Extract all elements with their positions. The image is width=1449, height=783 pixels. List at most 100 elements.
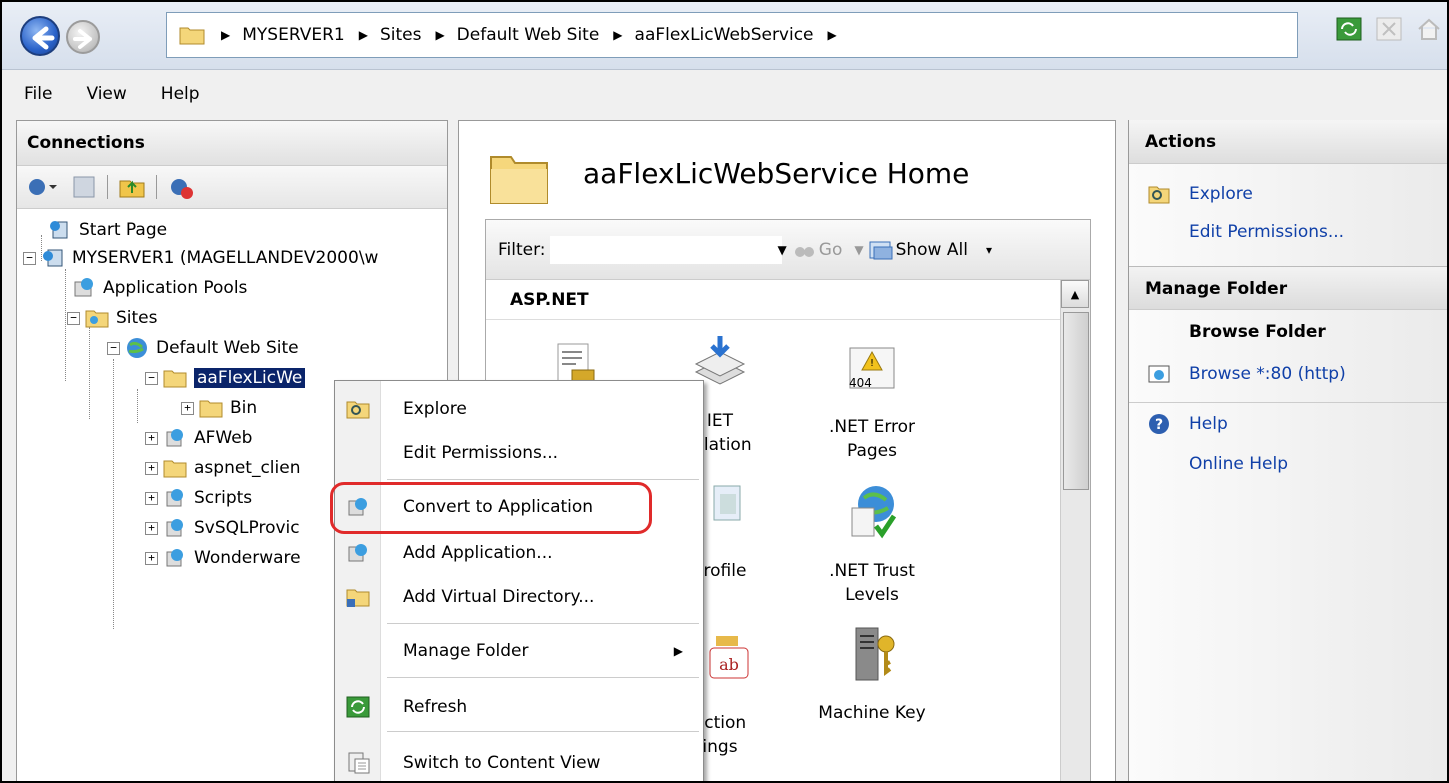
back-button[interactable] (20, 16, 60, 56)
tree-server[interactable]: − MYSERVER1 (MAGELLANDEV2000\w (23, 243, 378, 273)
menu-help[interactable]: Help (161, 84, 200, 104)
expand-icon[interactable]: + (145, 461, 158, 475)
crumb-arrow-icon: ▶ (358, 28, 368, 42)
browse-icon (1148, 365, 1170, 383)
action-browse-80[interactable]: Browse *:80 (http) (1147, 362, 1346, 386)
web-app-icon (166, 549, 183, 567)
feature-label: Machine Key (818, 703, 926, 723)
help-icon: ? (1149, 414, 1169, 434)
address-toolbar-right (1331, 12, 1447, 48)
breadcrumb-more[interactable]: ▶ (828, 28, 849, 42)
scroll-thumb[interactable] (1063, 312, 1089, 490)
filter-bar: Filter: ▼ Go ▼ Show All ▾ (486, 220, 1090, 280)
show-all-button[interactable]: Show All (896, 240, 968, 260)
context-menu: Explore Edit Permissions... Convert to A… (334, 380, 704, 781)
back-arrow-icon (32, 26, 55, 50)
connect-icon[interactable] (25, 173, 61, 201)
refresh-button[interactable] (1331, 12, 1367, 46)
collapse-icon[interactable]: − (107, 341, 120, 355)
menu-item-add-virtual-directory[interactable]: Add Virtual Directory... (335, 577, 703, 617)
action-online-help[interactable]: Online Help (1189, 454, 1288, 474)
content-view-icon (348, 752, 370, 774)
breadcrumb-server[interactable]: ▶ MYSERVER1 (221, 25, 345, 45)
vertical-scrollbar[interactable]: ▲ (1060, 280, 1090, 781)
folder-large-icon (490, 156, 548, 204)
tree-wonderware[interactable]: + Wonderware (145, 543, 301, 573)
expand-icon[interactable]: + (145, 431, 158, 445)
tree-default-site[interactable]: − Default Web Site (107, 333, 299, 363)
browse-folder-heading: Browse Folder (1189, 322, 1326, 342)
tree-app-pools[interactable]: Application Pools (71, 273, 247, 303)
tree-scripts[interactable]: + Scripts (145, 483, 252, 513)
address-bar[interactable]: ▶ MYSERVER1 ▶ Sites ▶ Default Web Site ▶ aaF… (166, 12, 1298, 58)
menu-file[interactable]: File (24, 84, 52, 104)
app-pools-icon (74, 278, 93, 297)
tree-afweb[interactable]: + AFWeb (145, 423, 252, 453)
stop-icon (1376, 17, 1402, 41)
menu-view[interactable]: View (86, 84, 126, 104)
menu-item-edit-permissions[interactable]: Edit Permissions... (335, 433, 703, 473)
up-folder-icon[interactable] (118, 173, 146, 201)
scroll-up-button[interactable]: ▲ (1061, 280, 1089, 308)
collapse-icon[interactable]: − (67, 311, 80, 325)
collapse-icon[interactable]: − (23, 251, 36, 265)
group-header-aspnet: ASP.NET (486, 280, 1060, 320)
feature-net-error-pages[interactable]: ! .NET Error Pages (802, 338, 942, 463)
toolbar-divider (156, 175, 157, 199)
breadcrumb-default-site[interactable]: ▶ Default Web Site (435, 25, 599, 45)
iis-manager-window: ▶ MYSERVER1 ▶ Sites ▶ Default Web Site ▶ aaF… (0, 0, 1449, 783)
disconnect-icon[interactable] (167, 173, 195, 201)
home-button[interactable] (1411, 12, 1447, 46)
submenu-arrow-icon: ▶ (673, 644, 683, 658)
show-all-icon (869, 241, 893, 259)
menu-item-explore[interactable]: Explore (335, 389, 703, 429)
expand-icon[interactable]: + (145, 551, 158, 565)
go-dropdown-icon[interactable]: ▼ (854, 243, 863, 257)
manage-folder-header: Manage Folder (1129, 266, 1447, 310)
tree-selected-folder[interactable]: − aaFlexLicWe (145, 363, 306, 393)
collapse-icon[interactable]: − (145, 371, 158, 385)
tree-aspnet-client[interactable]: + aspnet_clien (145, 453, 301, 483)
action-edit-permissions[interactable]: Edit Permissions... (1189, 222, 1344, 242)
svg-text:?: ? (1155, 417, 1163, 433)
crumb-arrow-icon: ▶ (221, 28, 231, 42)
forward-button[interactable] (66, 20, 100, 54)
tree-svsql[interactable]: + SvSQLProvic (145, 513, 300, 543)
menu-item-refresh[interactable]: Refresh (335, 687, 703, 727)
explore-icon (346, 401, 370, 419)
stop-button[interactable] (1371, 12, 1407, 46)
folder-icon (163, 460, 187, 478)
go-button[interactable]: Go (819, 240, 843, 260)
expand-icon[interactable]: + (181, 401, 194, 415)
binoculars-icon (794, 246, 814, 257)
action-help[interactable]: ? Help (1147, 412, 1228, 436)
svg-text:ab: ab (719, 655, 739, 674)
expand-icon[interactable]: + (145, 521, 158, 535)
home-icon (1418, 18, 1440, 40)
breadcrumb-folder[interactable]: ▶ aaFlexLicWebService (613, 25, 813, 45)
menu-item-add-application[interactable]: Add Application... (335, 533, 703, 573)
tree-bin[interactable]: + Bin (181, 393, 257, 423)
feature-machine-key[interactable]: Machine Key (802, 624, 942, 725)
overflow-icon[interactable]: ▾ (986, 243, 992, 257)
filter-dropdown-icon[interactable]: ▼ (778, 243, 787, 257)
menu-separator (387, 623, 699, 624)
trust-globe-icon (851, 486, 897, 539)
menu-item-manage-folder[interactable]: Manage Folder ▶ (335, 631, 703, 671)
feature-label: Pages (846, 441, 897, 461)
action-explore[interactable]: Explore (1147, 182, 1253, 206)
tree-start-page[interactable]: Start Page (47, 215, 167, 245)
breadcrumb-sites[interactable]: ▶ Sites (359, 25, 422, 45)
feature-net-trust-levels[interactable]: .NET Trust Levels (802, 482, 942, 607)
address-toolbar: ▶ MYSERVER1 ▶ Sites ▶ Default Web Site ▶ aaF… (2, 2, 1447, 70)
menu-item-switch-content-view[interactable]: Switch to Content View (335, 743, 703, 781)
save-icon[interactable] (71, 173, 97, 201)
highlight-annotation (330, 482, 652, 534)
feature-label: .NET Trust (829, 561, 915, 581)
actions-panel: Actions Explore Edit Permissions... Mana… (1128, 120, 1447, 781)
tree-sites[interactable]: − Sites (67, 303, 158, 333)
expand-icon[interactable]: + (145, 491, 158, 505)
crumb-arrow-icon: ▶ (435, 28, 445, 42)
add-application-icon (348, 544, 367, 562)
filter-input[interactable] (549, 235, 782, 264)
